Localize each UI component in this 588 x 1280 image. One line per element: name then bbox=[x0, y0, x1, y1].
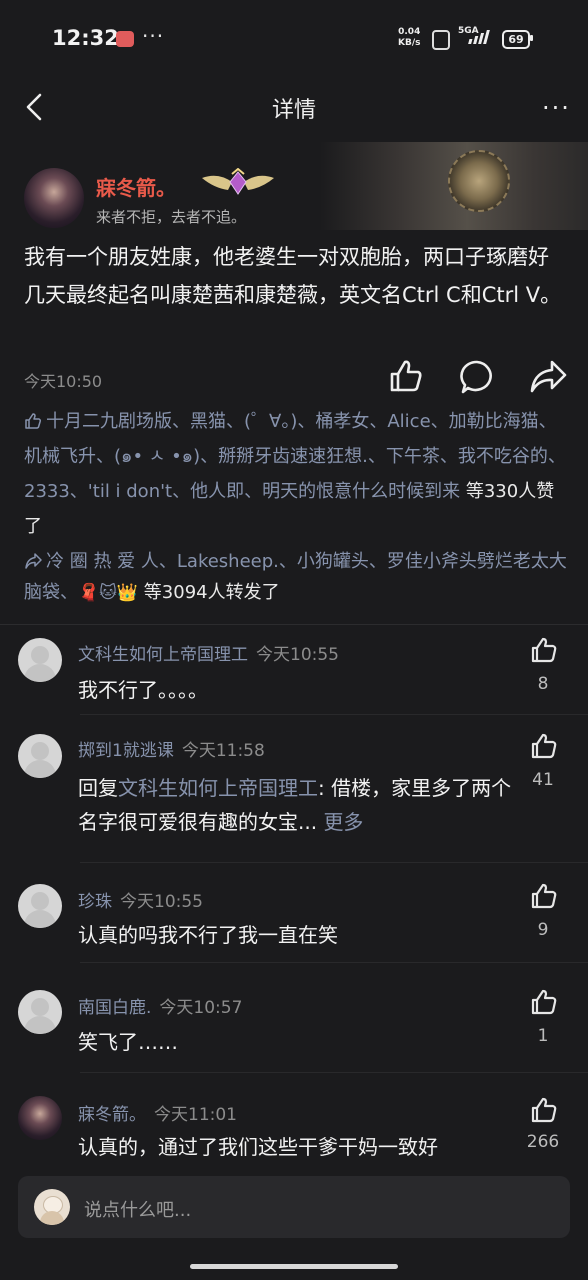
comment-time: 今天10:55 bbox=[120, 892, 203, 912]
comment-header: 文科生如何上帝国理工 今天10:55 bbox=[78, 640, 339, 665]
signal-icon bbox=[468, 30, 490, 44]
reposted-by-emojis: 🧣🐱👑 bbox=[78, 583, 139, 603]
small-share-icon bbox=[25, 553, 42, 569]
comment-author[interactable]: 文科生如何上帝国理工 bbox=[78, 645, 248, 665]
post-time: 今天10:50 bbox=[24, 372, 103, 391]
comment-time: 今天10:57 bbox=[159, 998, 243, 1018]
comment-separator bbox=[80, 962, 588, 963]
share-icon[interactable] bbox=[528, 358, 568, 396]
vip-wings-badge-icon[interactable] bbox=[198, 168, 278, 198]
comment-text: 认真的吗我不行了我一直在笑 bbox=[78, 923, 338, 947]
status-more-dots: ··· bbox=[142, 24, 165, 48]
comment-like-count: 9 bbox=[537, 920, 549, 940]
reply-to-user[interactable]: 文科生如何上帝国理工 bbox=[118, 776, 318, 800]
comment-like-icon[interactable] bbox=[530, 636, 558, 664]
page-title: 详情 bbox=[271, 98, 316, 123]
home-indicator[interactable] bbox=[190, 1264, 398, 1269]
my-avatar bbox=[34, 1189, 70, 1225]
comment-like-icon[interactable] bbox=[530, 988, 558, 1016]
gear-decoration-icon bbox=[448, 150, 510, 212]
comment-author[interactable]: 珍珠 bbox=[78, 892, 112, 912]
comment-author[interactable]: 掷到1就逃课 bbox=[78, 741, 174, 761]
comment-text: 我不行了。。。。 bbox=[78, 678, 208, 702]
section-divider bbox=[0, 624, 588, 625]
author-signature: 来者不拒，去者不追。 bbox=[96, 208, 247, 226]
network-speed-value: 0.04 bbox=[398, 27, 421, 37]
comment-like-count: 8 bbox=[537, 674, 549, 694]
comment-author[interactable]: 南国白鹿. bbox=[78, 998, 151, 1018]
post-text: 我有一个朋友姓康，他老婆生一对双胞胎，两口子琢磨好几天最终起名叫康楚茜和康楚薇，… bbox=[24, 245, 562, 307]
comment-header: 寐冬箭。 今天11:01 bbox=[78, 1100, 237, 1125]
more-options-icon[interactable]: ··· bbox=[542, 94, 571, 122]
app-notification-icon bbox=[116, 31, 134, 47]
comment-separator bbox=[80, 1072, 588, 1073]
comment-avatar[interactable] bbox=[18, 1096, 62, 1140]
comment-like-count: 266 bbox=[526, 1132, 560, 1152]
comment-like-icon[interactable] bbox=[530, 882, 558, 910]
author-avatar[interactable] bbox=[24, 168, 84, 228]
comment-time: 今天11:58 bbox=[181, 741, 265, 761]
comment-icon[interactable] bbox=[458, 358, 496, 396]
small-like-icon bbox=[25, 413, 42, 429]
comment-text: 笑飞了…… bbox=[78, 1030, 178, 1054]
reposted-by-list[interactable]: 冷 圈 热 爱 人、Lakesheep.、小狗罐头、罗佳小斧头劈烂老太大脑袋、🧣… bbox=[24, 546, 568, 609]
comment-like-count: 1 bbox=[537, 1026, 549, 1046]
network-speed: 0.04 KB/s bbox=[398, 27, 420, 49]
comment-header: 掷到1就逃课 今天11:58 bbox=[78, 736, 265, 761]
comment-like-icon[interactable] bbox=[530, 1096, 558, 1124]
network-speed-unit: KB/s bbox=[398, 38, 421, 48]
status-time: 12:32 bbox=[52, 26, 119, 50]
comment-avatar[interactable] bbox=[18, 990, 62, 1034]
liked-by-list[interactable]: 十月二九剧场版、黑猫、(゜∀。)、桶孝女、Alice、加勒比海猫、机械飞升、(๑… bbox=[24, 404, 568, 544]
comment-text: 回复文科生如何上帝国理工: 借楼，家里多了两个名字很可爱很有趣的女宝... 更多 bbox=[78, 771, 518, 839]
comment-separator bbox=[80, 862, 588, 863]
comment-header: 南国白鹿. 今天10:57 bbox=[78, 993, 242, 1018]
reposted-by-count[interactable]: 等3094人转发了 bbox=[144, 582, 280, 603]
comment-like-icon[interactable] bbox=[530, 732, 558, 760]
comment-header: 珍珠 今天10:55 bbox=[78, 887, 203, 912]
comment-time: 今天11:01 bbox=[154, 1105, 237, 1125]
more-link[interactable]: 更多 bbox=[323, 810, 363, 834]
screen-record-icon bbox=[432, 30, 450, 50]
comment-input-placeholder[interactable]: 说点什么吧... bbox=[84, 1196, 191, 1222]
like-icon[interactable] bbox=[388, 358, 424, 394]
comment-avatar[interactable] bbox=[18, 884, 62, 928]
comment-text: 认真的，通过了我们这些干爹干妈一致好 bbox=[78, 1135, 438, 1159]
comment-time: 今天10:55 bbox=[256, 645, 339, 665]
comment-like-count: 41 bbox=[532, 770, 554, 790]
comment-separator bbox=[80, 714, 588, 715]
battery-level: 69 bbox=[502, 30, 530, 49]
comment-author[interactable]: 寐冬箭。 bbox=[78, 1105, 146, 1125]
reply-prefix: 回复 bbox=[78, 776, 118, 800]
battery-icon bbox=[530, 35, 533, 41]
comment-avatar[interactable] bbox=[18, 734, 62, 778]
comment-avatar[interactable] bbox=[18, 638, 62, 682]
author-name[interactable]: 寐冬箭。 bbox=[96, 172, 176, 201]
